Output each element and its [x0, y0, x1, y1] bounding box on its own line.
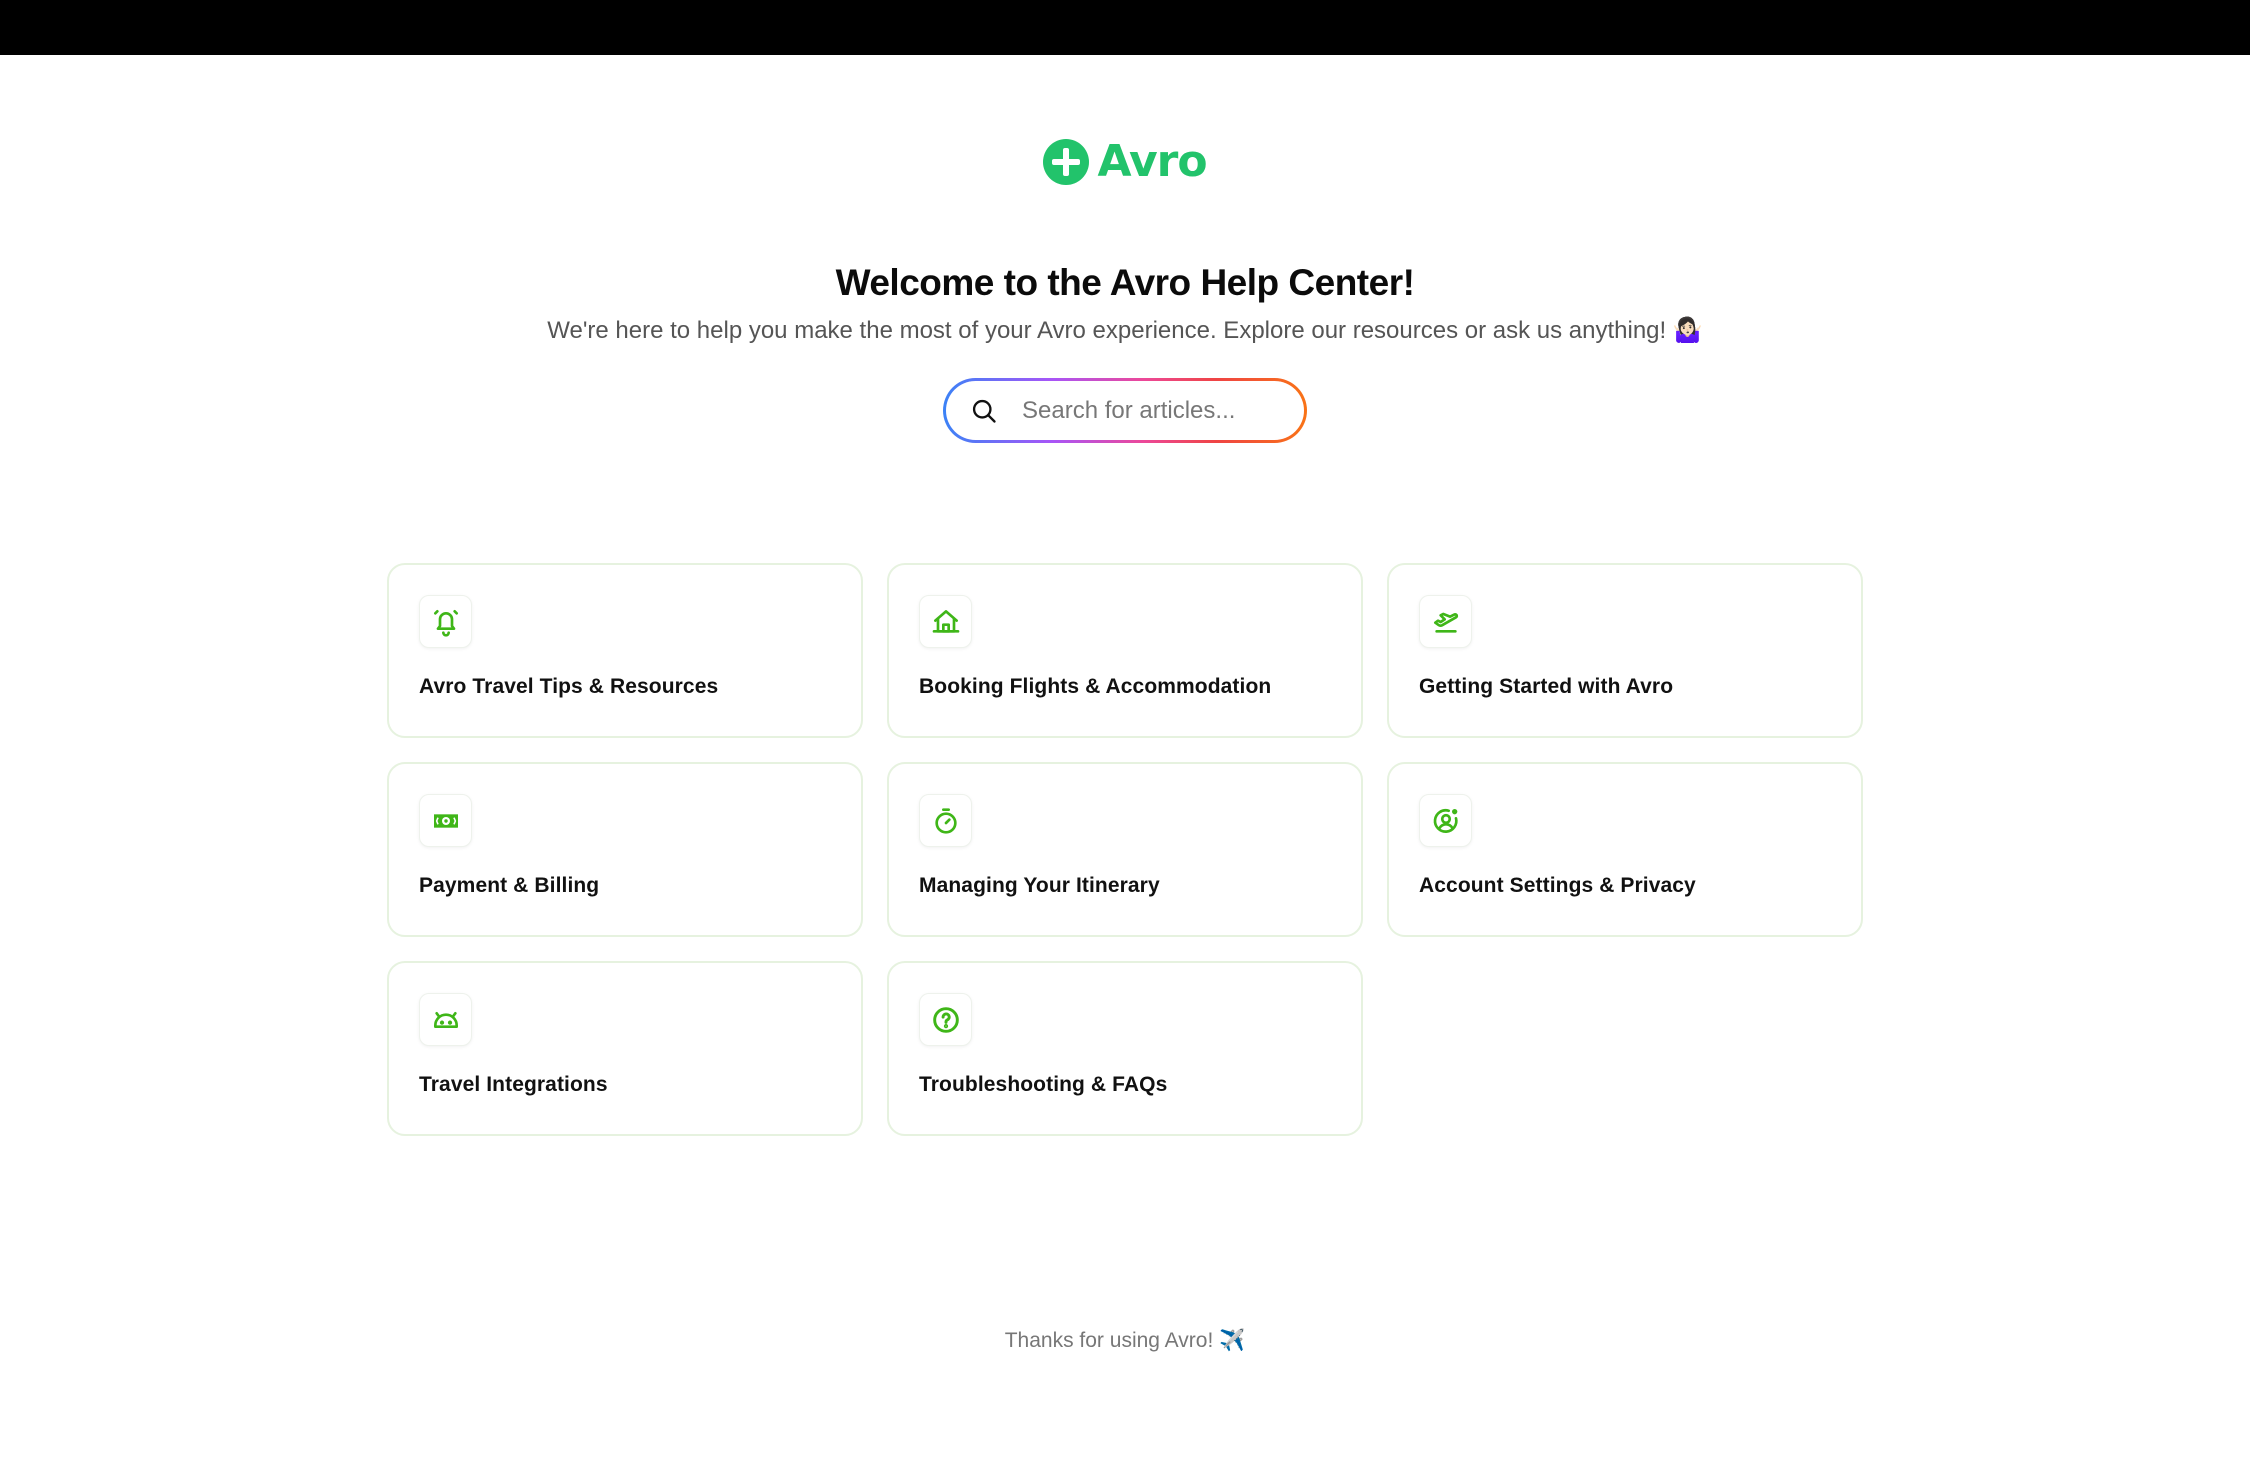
house-icon: [932, 609, 959, 633]
stopwatch-icon: [934, 807, 957, 834]
category-card-booking[interactable]: Booking Flights & Accommodation: [887, 563, 1363, 738]
category-title: Managing Your Itinerary: [919, 874, 1160, 897]
alarm-bell-icon: [433, 609, 458, 637]
top-bar: [0, 0, 2250, 55]
category-card-troubleshooting[interactable]: Troubleshooting & FAQs: [887, 961, 1363, 1136]
category-card-getting-started[interactable]: Getting Started with Avro: [1387, 563, 1863, 738]
question-circle-icon: [932, 1006, 959, 1033]
category-title: Account Settings & Privacy: [1419, 874, 1696, 897]
search-input[interactable]: [1022, 396, 1282, 425]
search-box[interactable]: [943, 378, 1307, 443]
category-title: Troubleshooting & FAQs: [919, 1073, 1168, 1096]
plane-takeoff-icon: [1433, 612, 1458, 633]
category-title: Payment & Billing: [419, 874, 600, 897]
user-circle-settings-icon: [1433, 808, 1458, 833]
page-title: Welcome to the Avro Help Center!: [835, 262, 1415, 303]
category-card-account[interactable]: Account Settings & Privacy: [1387, 762, 1863, 937]
footer-text: Thanks for using Avro! ✈️: [1004, 1329, 1246, 1352]
category-title: Booking Flights & Accommodation: [919, 675, 1272, 698]
plus-circle-icon: [1043, 139, 1090, 185]
category-card-itinerary[interactable]: Managing Your Itinerary: [887, 762, 1363, 937]
category-card-integrations[interactable]: Travel Integrations: [387, 961, 863, 1136]
brand-logo[interactable]: Avro: [0, 139, 2250, 185]
search-icon: [972, 399, 996, 423]
category-title: Travel Integrations: [419, 1073, 608, 1096]
category-title: Getting Started with Avro: [1419, 675, 1674, 698]
category-card-travel-tips[interactable]: Avro Travel Tips & Resources: [387, 563, 863, 738]
category-grid: Avro Travel Tips & Resources Booking Fli…: [387, 563, 1863, 1136]
brand-name: Avro: [1097, 136, 1207, 187]
banknote-icon: [433, 813, 458, 828]
android-icon: [433, 1011, 458, 1028]
category-title: Avro Travel Tips & Resources: [419, 675, 719, 698]
page-subtitle: We're here to help you make the most of …: [547, 317, 1703, 344]
category-card-payment[interactable]: Payment & Billing: [387, 762, 863, 937]
